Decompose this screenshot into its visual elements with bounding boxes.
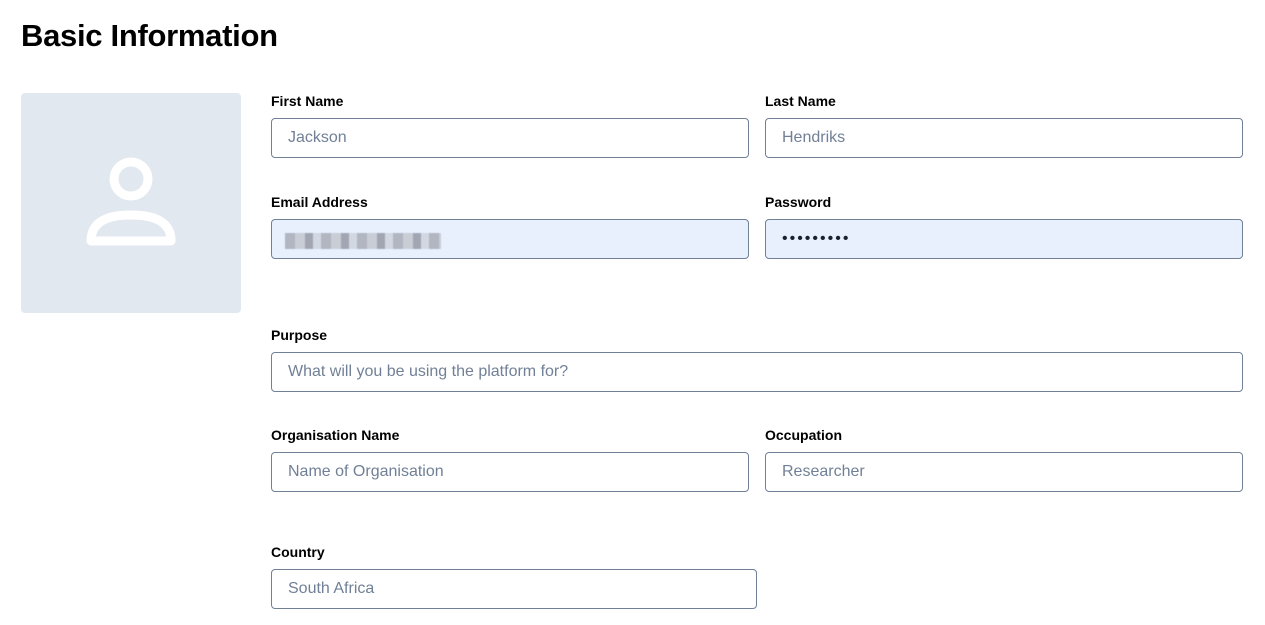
user-icon <box>86 157 176 246</box>
first-name-field: First Name <box>271 93 749 158</box>
avatar-upload[interactable] <box>21 93 241 313</box>
password-input[interactable] <box>765 219 1243 259</box>
occupation-input[interactable] <box>765 452 1243 492</box>
page-title: Basic Information <box>21 18 278 53</box>
organisation-input[interactable] <box>271 452 749 492</box>
first-name-input[interactable] <box>271 118 749 158</box>
organisation-label: Organisation Name <box>271 427 400 443</box>
last-name-input[interactable] <box>765 118 1243 158</box>
last-name-label: Last Name <box>765 93 836 109</box>
country-input[interactable] <box>271 569 757 609</box>
email-field: Email Address <box>271 194 749 259</box>
occupation-label: Occupation <box>765 427 843 443</box>
last-name-field: Last Name <box>765 93 1243 158</box>
organisation-field: Organisation Name <box>271 427 749 492</box>
occupation-field: Occupation <box>765 427 1243 492</box>
email-label: Email Address <box>271 194 368 210</box>
purpose-input[interactable] <box>271 352 1243 392</box>
country-field: Country <box>271 544 757 609</box>
first-name-label: First Name <box>271 93 344 109</box>
purpose-label: Purpose <box>271 327 328 343</box>
country-label: Country <box>271 544 325 560</box>
redacted-email <box>285 233 441 249</box>
purpose-field: Purpose <box>271 327 1243 392</box>
password-label: Password <box>765 194 832 210</box>
password-field: Password <box>765 194 1243 259</box>
